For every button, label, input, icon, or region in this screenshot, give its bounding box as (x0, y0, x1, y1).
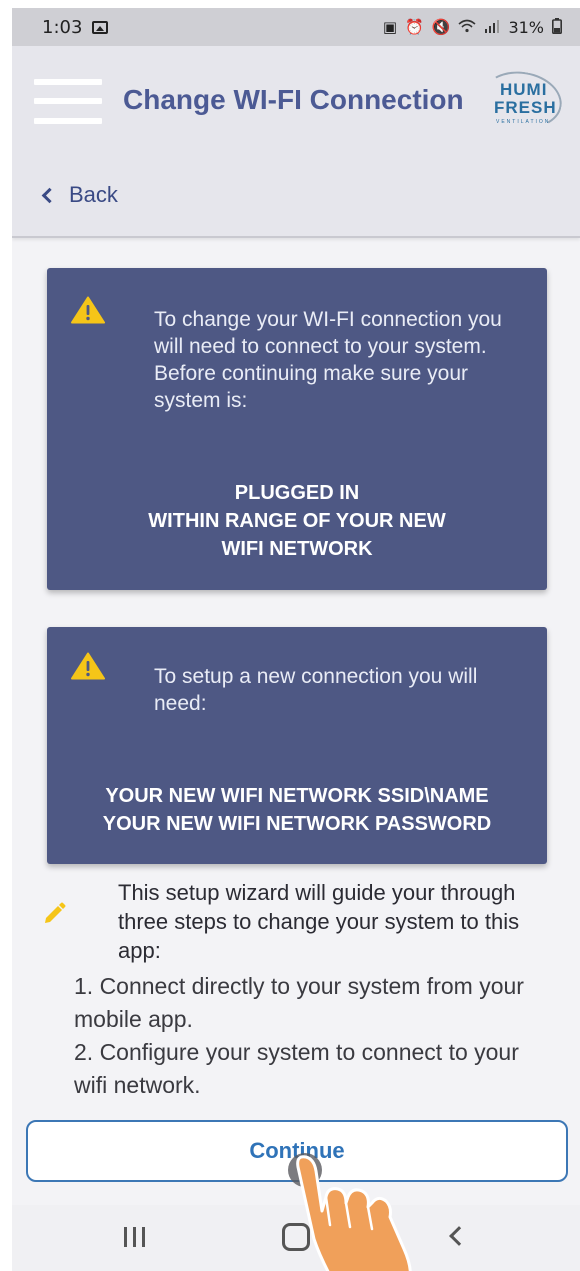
back-icon[interactable] (449, 1226, 469, 1246)
status-right: ▣ ⏰ 🔇 31% (382, 17, 562, 37)
card-requirement: WITHIN RANGE OF YOUR NEW (148, 510, 446, 532)
signal-icon (484, 19, 500, 36)
page-title: Change WI-FI Connection (123, 84, 464, 115)
wifi-icon (458, 19, 476, 36)
warning-icon (71, 296, 105, 324)
status-time: 1:03 (42, 16, 83, 38)
status-bar: 1:03 ▣ ⏰ 🔇 31% (12, 8, 580, 46)
logo-line2: FRESH (494, 98, 557, 117)
battery-icon (552, 17, 562, 37)
wizard-steps: 1. Connect directly to your system from … (74, 970, 544, 1102)
mute-icon: 🔇 (431, 17, 451, 36)
card-requirement: PLUGGED IN (234, 482, 360, 504)
chevron-left-icon (41, 187, 58, 203)
status-left: 1:03 (42, 16, 109, 38)
card-requirement: WIFI NETWORK (221, 538, 373, 560)
needs-card: To setup a new connection you will need:… (47, 627, 547, 864)
card-message: To change your WI-FI connection you will… (154, 308, 502, 412)
pencil-icon (45, 902, 66, 923)
wizard-description: This setup wizard will guide your throug… (118, 880, 520, 963)
subheader: Back (12, 156, 580, 238)
battery-percentage: 31% (508, 17, 544, 37)
card-message: To setup a new connection you will need: (154, 665, 478, 715)
app-header: Change WI-FI Connection HUMI FRESH VENTI… (12, 46, 580, 156)
pointing-hand-icon (296, 1155, 412, 1271)
humifresh-logo: HUMI FRESH VENTILATION (474, 65, 567, 135)
app-screen: 1:03 ▣ ⏰ 🔇 31% Change WI-FI Connection H… (12, 8, 580, 1271)
warning-icon (71, 652, 105, 680)
card-requirement: YOUR NEW WIFI NETWORK PASSWORD (102, 813, 492, 835)
logo-line1: HUMI (500, 80, 548, 99)
back-button[interactable]: Back (41, 182, 118, 208)
wizard-step: 2. Configure your system to connect to y… (74, 1039, 519, 1098)
back-label: Back (69, 182, 118, 207)
card-requirement: YOUR NEW WIFI NETWORK SSID\NAME (105, 785, 489, 807)
alarm-icon: ⏰ (405, 17, 424, 36)
wizard-step: 1. Connect directly to your system from … (74, 973, 524, 1032)
logo-tagline: VENTILATION (496, 119, 551, 125)
requirements-card: To change your WI-FI connection you will… (47, 268, 547, 590)
image-icon (92, 20, 109, 34)
lock-icon: ▣ (382, 17, 398, 36)
recent-apps-icon[interactable] (124, 1227, 146, 1247)
hamburger-menu-icon[interactable] (34, 79, 102, 125)
